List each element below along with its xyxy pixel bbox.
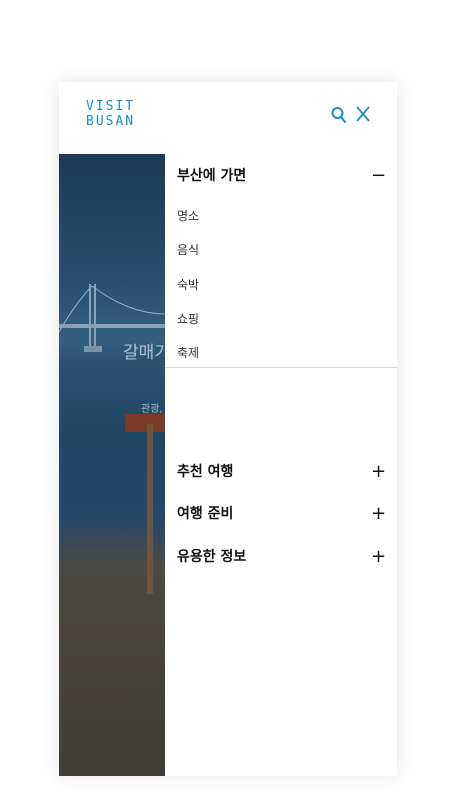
menu-section-busan[interactable]: 부산에 가면 − [177, 164, 386, 188]
expand-icon[interactable]: + [371, 502, 386, 526]
search-icon[interactable] [331, 106, 347, 128]
hero-background-image: 갈매기 관광, [59, 154, 165, 776]
menu-divider [165, 367, 397, 368]
menu-section-label: 여행 준비 [177, 506, 234, 522]
menu-section-useful-info[interactable]: 유용한 정보 + [177, 545, 386, 569]
hero-title: 갈매기 [123, 343, 165, 363]
mobile-frame: VISIT BUSAN 갈매기 관광, 부산에 가면 − 명소 음식 숙박 쇼핑… [59, 82, 397, 776]
menu-section-label: 부산에 가면 [177, 168, 247, 184]
menu-section-preparation[interactable]: 여행 준비 + [177, 502, 386, 526]
submenu-item-shopping[interactable]: 쇼핑 [177, 310, 199, 328]
menu-section-label: 추천 여행 [177, 464, 234, 480]
logo-line-1: VISIT [86, 99, 136, 114]
close-icon[interactable] [355, 105, 371, 127]
side-menu: 부산에 가면 − 명소 음식 숙박 쇼핑 축제 추천 여행 + 여행 준비 + … [165, 154, 397, 776]
submenu-item-food[interactable]: 음식 [177, 241, 199, 259]
expand-icon[interactable]: + [371, 545, 386, 569]
visit-busan-logo[interactable]: VISIT BUSAN [86, 99, 135, 129]
header: VISIT BUSAN [59, 82, 397, 154]
sign-post [125, 414, 165, 594]
logo-line-2: BUSAN [86, 114, 136, 129]
collapse-icon[interactable]: − [371, 164, 386, 188]
menu-section-recommended[interactable]: 추천 여행 + [177, 460, 386, 484]
expand-icon[interactable]: + [371, 460, 386, 484]
submenu-item-attractions[interactable]: 명소 [177, 207, 199, 225]
menu-section-label: 유용한 정보 [177, 549, 247, 565]
submenu-item-festival[interactable]: 축제 [177, 344, 199, 362]
submenu-item-lodging[interactable]: 숙박 [177, 276, 199, 294]
